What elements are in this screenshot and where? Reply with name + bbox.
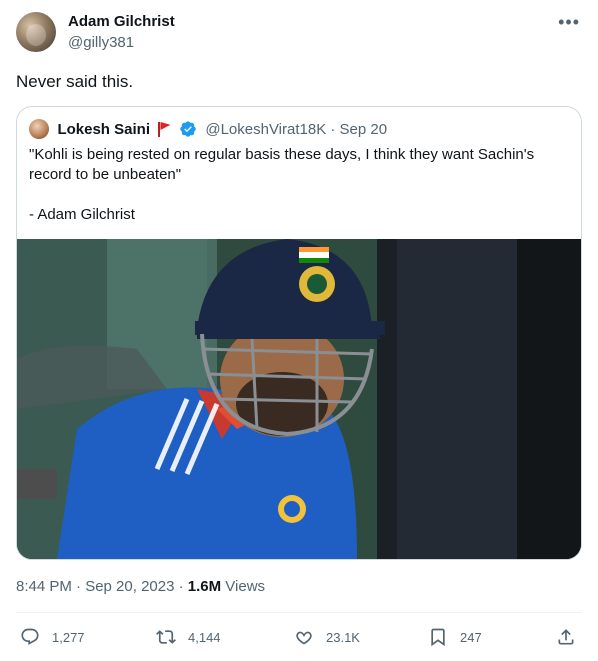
views-label: Views — [221, 578, 266, 595]
reply-button[interactable]: 1,277 — [20, 624, 85, 650]
retweet-count: 4,144 — [188, 629, 221, 645]
divider — [16, 612, 582, 613]
share-button[interactable] — [556, 624, 576, 650]
red-flag-icon — [157, 121, 171, 137]
retweet-icon — [156, 630, 176, 644]
reply-count: 1,277 — [52, 629, 85, 645]
author-avatar[interactable] — [16, 12, 56, 52]
tweet-meta: 8:44 PM · Sep 20, 2023 · 1.6M Views — [16, 578, 265, 595]
quoted-header: Lokesh Saini @LokeshVirat18K · Sep 20 — [29, 119, 387, 139]
photo-illustration — [17, 239, 581, 559]
quoted-author-name[interactable]: Lokesh Saini — [57, 121, 150, 138]
quoted-text-line: record to be unbeaten" — [29, 166, 182, 183]
verified-badge-icon — [180, 121, 196, 137]
quoted-media-photo[interactable] — [17, 239, 581, 559]
quoted-text: "Kohli is being rested on regular basis … — [29, 145, 569, 225]
quoted-avatar[interactable] — [29, 119, 49, 139]
quoted-handle-date[interactable]: @LokeshVirat18K · Sep 20 — [205, 121, 387, 138]
tweet-text: Never said this. — [16, 72, 134, 91]
action-bar: 1,277 4,144 23.1K 247 — [16, 624, 582, 650]
views-count: 1.6M — [187, 578, 222, 595]
bookmark-icon — [431, 628, 445, 647]
share-icon — [558, 629, 574, 645]
more-options-icon[interactable]: ••• — [558, 12, 580, 33]
like-button[interactable]: 23.1K — [294, 624, 360, 650]
quoted-text-line: "Kohli is being rested on regular basis … — [29, 146, 535, 163]
author-name[interactable]: Adam Gilchrist — [68, 13, 175, 30]
bookmark-button[interactable]: 247 — [428, 624, 482, 650]
reply-icon — [21, 628, 39, 645]
bookmark-count: 247 — [460, 629, 482, 645]
author-handle[interactable]: @gilly381 — [68, 34, 134, 51]
tweet-header: Adam Gilchrist @gilly381 ••• — [16, 12, 582, 56]
heart-icon — [296, 631, 312, 645]
retweet-button[interactable]: 4,144 — [156, 624, 221, 650]
like-count: 23.1K — [326, 629, 360, 645]
quoted-text-line: - Adam Gilchrist — [29, 206, 135, 223]
quoted-tweet[interactable]: Lokesh Saini @LokeshVirat18K · Sep 20 "K… — [16, 106, 582, 560]
tweet-timestamp[interactable]: 8:44 PM · Sep 20, 2023 · — [16, 578, 188, 595]
